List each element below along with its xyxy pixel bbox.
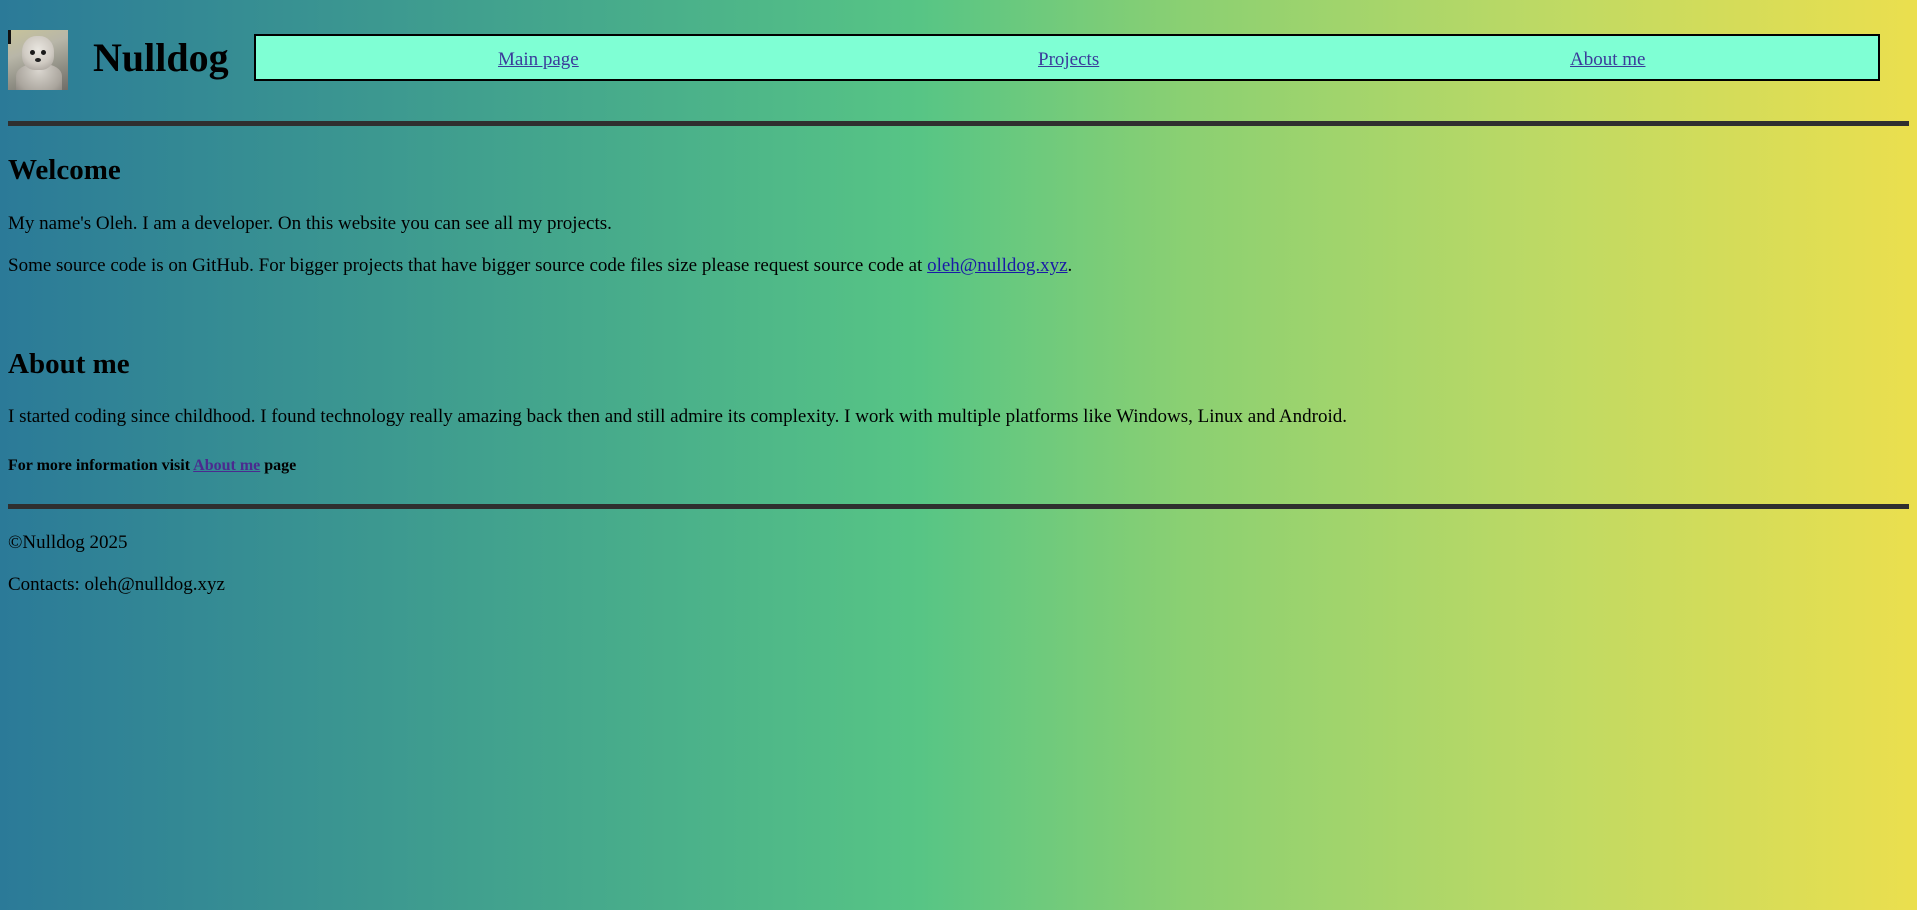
about-body: I started coding since childhood. I foun… <box>8 406 1347 427</box>
footer-contacts: Contacts: oleh@nulldog.xyz <box>8 574 225 595</box>
dog-avatar-image <box>8 30 68 90</box>
welcome-source-text: Some source code is on GitHub. For bigge… <box>8 254 1072 278</box>
welcome-intro: My name's Oleh. I am a developer. On thi… <box>8 213 612 234</box>
site-title: Nulldog <box>93 35 229 80</box>
site-header: Nulldog Main page Projects About me <box>8 30 1882 90</box>
nav-link-projects[interactable]: Projects <box>1038 36 1099 83</box>
more-info-after: page <box>260 457 297 474</box>
nav-link-about-me[interactable]: About me <box>1570 36 1645 83</box>
main-nav: Main page Projects About me <box>254 34 1880 81</box>
dog-head-shape <box>22 36 54 70</box>
dog-nose <box>35 58 41 62</box>
email-link[interactable]: oleh@nulldog.xyz <box>927 255 1067 276</box>
footer-copyright: ©Nulldog 2025 <box>8 532 128 553</box>
welcome-heading: Welcome <box>8 154 121 186</box>
nav-link-main-page[interactable]: Main page <box>498 36 579 83</box>
source-text-after: . <box>1067 255 1073 276</box>
dog-eye-right <box>41 50 46 55</box>
about-more-info: For more information visit About me page <box>8 456 296 476</box>
dog-eye-left <box>30 50 35 55</box>
more-info-before: For more information visit <box>8 457 194 474</box>
about-heading: About me <box>8 348 130 380</box>
about-me-link[interactable]: About me <box>193 457 260 474</box>
footer-divider <box>8 504 1909 509</box>
image-edge-mark <box>8 30 11 44</box>
source-text-before: Some source code is on GitHub. For bigge… <box>8 255 928 276</box>
header-divider <box>8 121 1909 126</box>
